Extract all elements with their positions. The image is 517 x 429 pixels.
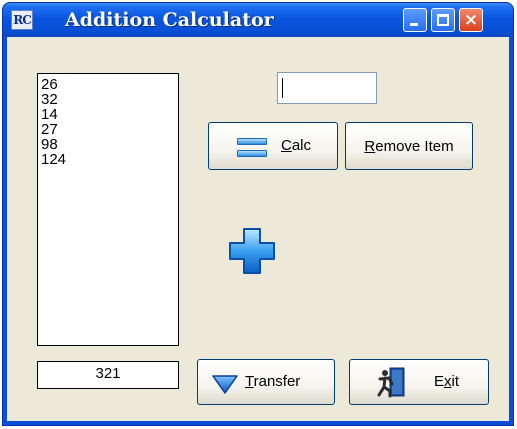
list-item[interactable]: 98 bbox=[41, 137, 178, 152]
calc-button[interactable]: Calc bbox=[208, 122, 338, 170]
total-display: 321 bbox=[37, 361, 179, 389]
transfer-button-label: Transfer bbox=[245, 373, 301, 390]
minimize-icon bbox=[410, 23, 418, 26]
client-area: 2632142798124 321 Calc Remove Item bbox=[7, 37, 509, 421]
list-item[interactable]: 124 bbox=[41, 152, 178, 167]
list-item[interactable]: 14 bbox=[41, 107, 178, 122]
list-item[interactable]: 32 bbox=[41, 92, 178, 107]
down-triangle-icon bbox=[212, 375, 238, 394]
exit-button-label: Exit bbox=[434, 373, 460, 390]
list-item[interactable]: 27 bbox=[41, 122, 178, 137]
number-input[interactable] bbox=[277, 72, 377, 104]
remove-item-button-label: Remove Item bbox=[364, 137, 454, 155]
exit-button[interactable]: Exit bbox=[349, 359, 489, 405]
remove-item-button[interactable]: Remove Item bbox=[345, 122, 473, 170]
maximize-button[interactable] bbox=[431, 8, 455, 32]
list-item[interactable]: 26 bbox=[41, 77, 178, 92]
close-icon: × bbox=[463, 10, 479, 30]
text-caret bbox=[282, 78, 283, 98]
close-button[interactable]: × bbox=[459, 8, 483, 32]
app-icon: RC bbox=[11, 10, 33, 30]
exit-door-icon bbox=[377, 367, 405, 398]
transfer-button[interactable]: Transfer bbox=[197, 359, 335, 405]
equals-icon bbox=[237, 138, 267, 157]
numbers-listbox[interactable]: 26 32 14 27 98 124 bbox=[37, 73, 179, 346]
minimize-button[interactable] bbox=[403, 8, 427, 32]
plus-icon bbox=[229, 228, 275, 274]
calc-button-label: Calc bbox=[281, 137, 312, 154]
app-window: RC Addition Calculator × 26 32 14 27 98 124 3… bbox=[2, 2, 514, 426]
title-bar[interactable]: RC Addition Calculator × bbox=[3, 3, 513, 37]
window-title: Addition Calculator bbox=[65, 9, 274, 31]
maximize-icon bbox=[437, 14, 449, 26]
